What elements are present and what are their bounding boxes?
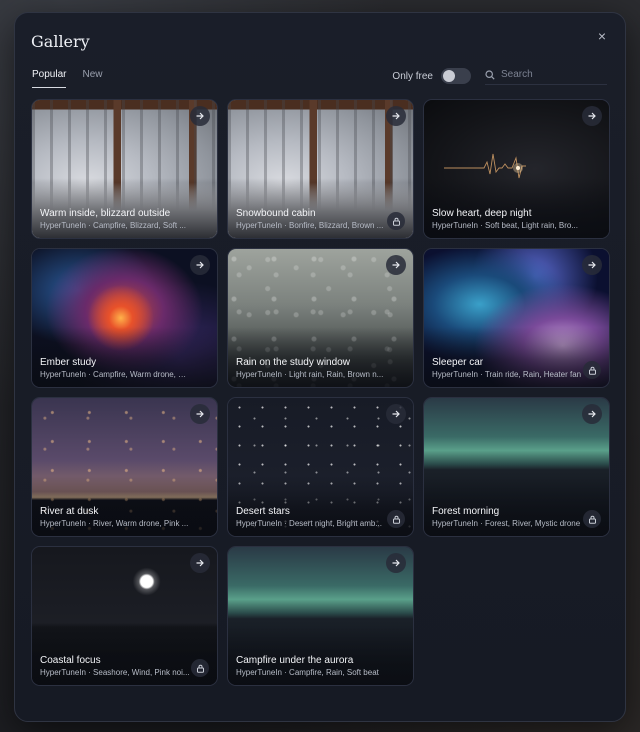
card-subtitle: HyperTuneIn · Forest, River, Mystic dron…	[432, 519, 581, 528]
arrow-right-icon[interactable]	[386, 404, 406, 424]
gallery-modal: Gallery × Popular New Only free Warm ins…	[14, 12, 626, 722]
arrow-right-icon[interactable]	[190, 255, 210, 275]
card-title: River at dusk	[40, 506, 99, 517]
card-subtitle: HyperTuneIn · Desert night, Bright amb..…	[236, 519, 382, 528]
card-title: Coastal focus	[40, 655, 101, 666]
modal-title: Gallery	[31, 32, 90, 51]
filter-bar: Only free	[392, 67, 607, 85]
card-title: Slow heart, deep night	[432, 208, 532, 219]
gallery-card[interactable]: Slow heart, deep night HyperTuneIn · Sof…	[423, 99, 610, 239]
card-subtitle: HyperTuneIn · Campfire, Blizzard, Soft .…	[40, 221, 186, 230]
arrow-right-icon[interactable]	[582, 404, 602, 424]
tab-new[interactable]: New	[82, 69, 102, 88]
card-subtitle: HyperTuneIn · Bonfire, Blizzard, Brown .…	[236, 221, 384, 230]
search-input[interactable]	[501, 69, 601, 80]
card-title: Sleeper car	[432, 357, 484, 368]
card-title: Warm inside, blizzard outside	[40, 208, 171, 219]
tab-popular[interactable]: Popular	[32, 69, 67, 88]
gallery-card[interactable]: River at dusk HyperTuneIn · River, Warm …	[31, 397, 218, 537]
arrow-right-icon[interactable]	[582, 106, 602, 126]
card-title: Snowbound cabin	[236, 208, 316, 219]
arrow-right-icon[interactable]	[386, 106, 406, 126]
lock-icon	[583, 361, 601, 379]
card-subtitle: HyperTuneIn · Seashore, Wind, Pink noi..…	[40, 668, 190, 677]
lock-icon	[387, 510, 405, 528]
arrow-right-icon[interactable]	[386, 553, 406, 573]
arrow-right-icon[interactable]	[190, 106, 210, 126]
gallery-card[interactable]: Forest morning HyperTuneIn · Forest, Riv…	[423, 397, 610, 537]
gallery-card[interactable]: Desert stars HyperTuneIn · Desert night,…	[227, 397, 414, 537]
search-box	[485, 67, 607, 85]
close-icon[interactable]: ×	[595, 29, 609, 43]
card-subtitle: HyperTuneIn · Soft beat, Light rain, Bro…	[432, 221, 578, 230]
lock-icon	[191, 659, 209, 677]
card-subtitle: HyperTuneIn · Light rain, Rain, Brown n.…	[236, 370, 384, 379]
lock-icon	[387, 212, 405, 230]
card-title: Campfire under the aurora	[236, 655, 354, 666]
card-subtitle: HyperTuneIn · Campfire, Warm drone, B...	[40, 370, 190, 379]
gallery-card[interactable]: Snowbound cabin HyperTuneIn · Bonfire, B…	[227, 99, 414, 239]
toggle-knob	[443, 70, 455, 82]
gallery-card[interactable]: Coastal focus HyperTuneIn · Seashore, Wi…	[31, 546, 218, 686]
only-free-toggle[interactable]	[441, 68, 471, 84]
card-title: Ember study	[40, 357, 97, 368]
card-subtitle: HyperTuneIn · River, Warm drone, Pink ..…	[40, 519, 189, 528]
tab-bar: Popular New	[32, 69, 102, 88]
card-title: Desert stars	[236, 506, 290, 517]
arrow-right-icon[interactable]	[582, 255, 602, 275]
gallery-grid: Warm inside, blizzard outside HyperTuneI…	[31, 99, 611, 686]
gallery-card[interactable]: Sleeper car HyperTuneIn · Train ride, Ra…	[423, 248, 610, 388]
lock-icon	[583, 510, 601, 528]
gallery-card[interactable]: Warm inside, blizzard outside HyperTuneI…	[31, 99, 218, 239]
gallery-card[interactable]: Rain on the study window HyperTuneIn · L…	[227, 248, 414, 388]
card-title: Rain on the study window	[236, 357, 350, 368]
card-title: Forest morning	[432, 506, 500, 517]
arrow-right-icon[interactable]	[190, 404, 210, 424]
gallery-card[interactable]: Ember study HyperTuneIn · Campfire, Warm…	[31, 248, 218, 388]
arrow-right-icon[interactable]	[386, 255, 406, 275]
search-icon	[485, 69, 495, 80]
arrow-right-icon[interactable]	[190, 553, 210, 573]
card-subtitle: HyperTuneIn · Campfire, Rain, Soft beat	[236, 668, 379, 677]
card-subtitle: HyperTuneIn · Train ride, Rain, Heater f…	[432, 370, 582, 379]
gallery-card[interactable]: Campfire under the aurora HyperTuneIn · …	[227, 546, 414, 686]
only-free-label: Only free	[392, 70, 433, 82]
